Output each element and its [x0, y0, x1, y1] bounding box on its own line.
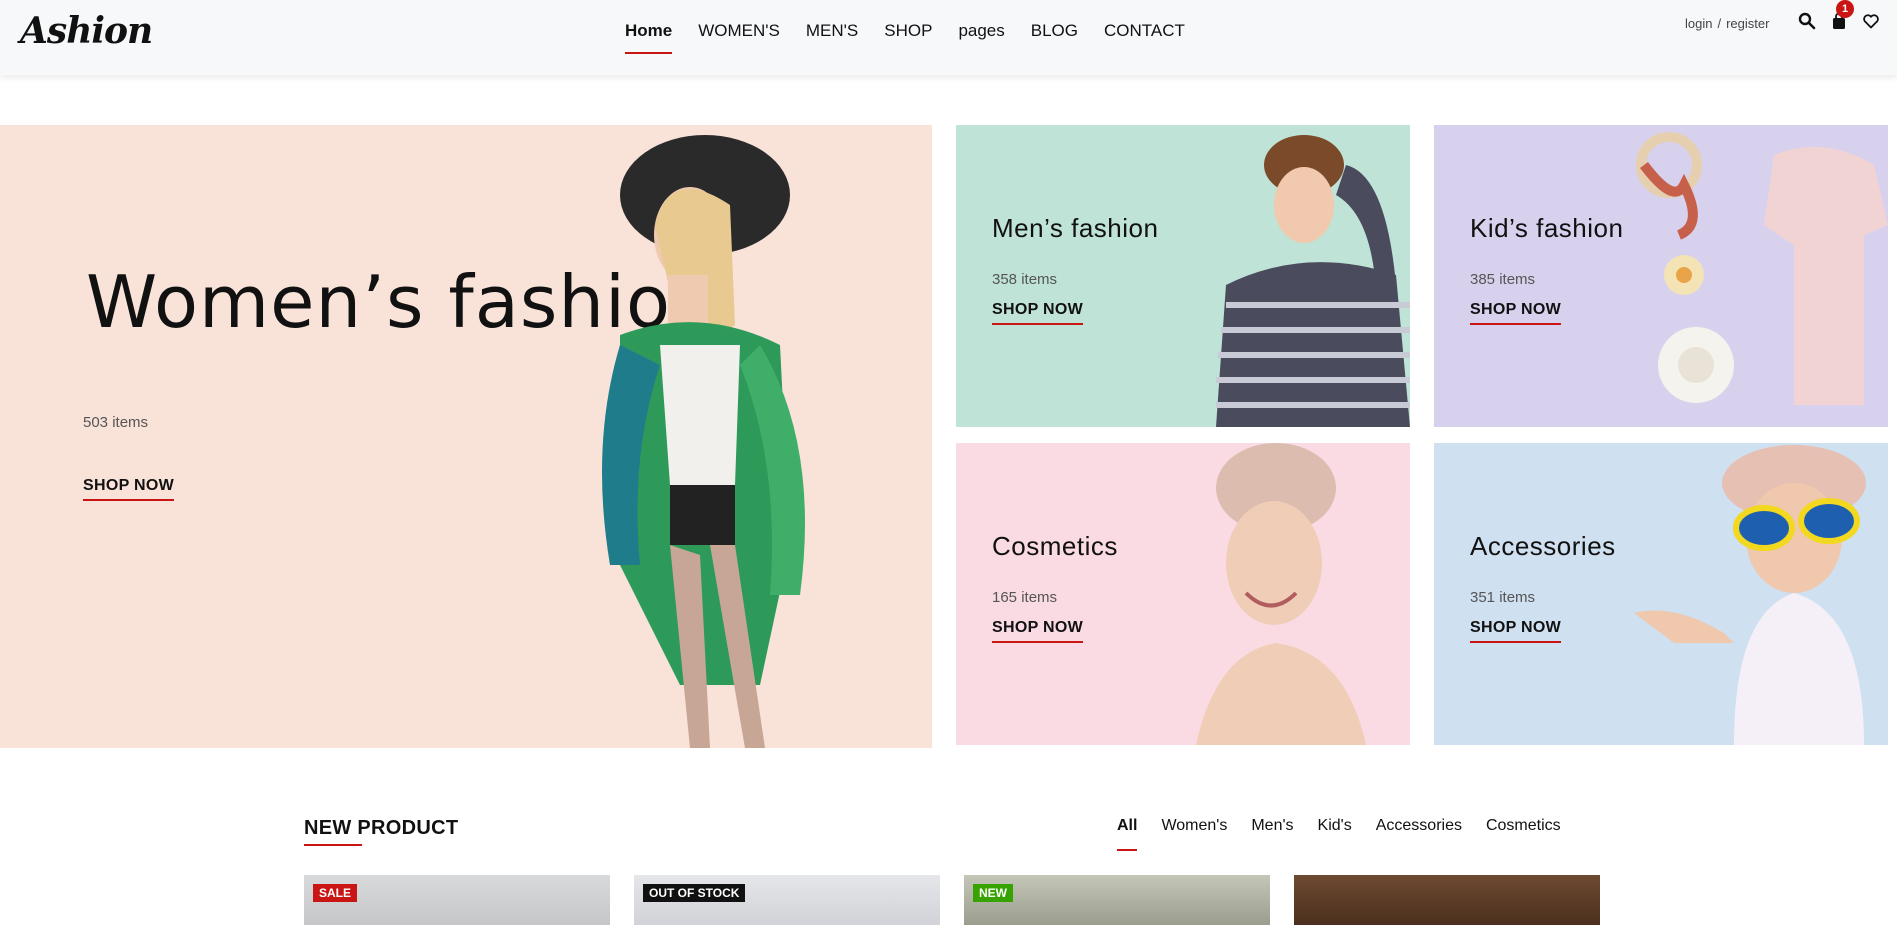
search-icon[interactable]: [1798, 12, 1816, 30]
mens-shop-now-link[interactable]: SHOP NOW: [992, 301, 1084, 325]
nav-contact[interactable]: CONTACT: [1091, 20, 1198, 54]
filter-accessories[interactable]: Accessories: [1364, 817, 1474, 851]
filter-cosmetics[interactable]: Cosmetics: [1474, 817, 1573, 851]
accessories-title: Accessories: [1470, 531, 1616, 561]
filter-all[interactable]: All: [1105, 817, 1149, 851]
cart-count-badge: 1: [1836, 0, 1854, 18]
accessories-items-count: 351 items: [1470, 589, 1536, 606]
cosmetics-shop-now-link[interactable]: SHOP NOW: [992, 619, 1084, 643]
out-of-stock-label: OUT OF STOCK: [643, 884, 746, 902]
cosmetics-banner: Cosmetics 165 items SHOP NOW: [956, 443, 1410, 745]
mens-fashion-banner: Men’s fashion 358 items SHOP NOW: [956, 125, 1410, 427]
womens-shop-now-link[interactable]: SHOP NOW: [83, 477, 175, 501]
heart-icon[interactable]: [1862, 12, 1880, 30]
new-product-title-part2: PRODUCT: [357, 817, 459, 839]
kids-fashion-banner: Kid’s fashion 385 items SHOP NOW: [1434, 125, 1888, 427]
new-label: NEW: [973, 884, 1013, 902]
sale-label: SALE: [313, 884, 358, 902]
man-model-image: [1216, 135, 1410, 427]
new-product-heading: NEW PRODUCT: [304, 817, 459, 846]
accessories-shop-now-link[interactable]: SHOP NOW: [1470, 619, 1562, 643]
nav-mens[interactable]: MEN'S: [793, 20, 871, 54]
cosmetics-title: Cosmetics: [992, 531, 1118, 561]
woman-towel-image: [1196, 443, 1366, 745]
heading-underline: [304, 844, 362, 846]
shopping-bag-icon[interactable]: 1: [1830, 0, 1854, 30]
logo[interactable]: Ashion: [20, 10, 153, 52]
accessories-banner: Accessories 351 items SHOP NOW: [1434, 443, 1888, 745]
nav-blog[interactable]: BLOG: [1018, 20, 1091, 54]
nav-womens[interactable]: WOMEN'S: [685, 20, 793, 54]
cosmetics-items-count: 165 items: [992, 589, 1058, 606]
womens-fashion-banner: Women’s fashion 503 items SHOP NOW: [0, 125, 932, 748]
womens-items-count: 503 items: [83, 414, 149, 431]
product-card[interactable]: [1294, 875, 1600, 925]
header-icons: 1: [1798, 0, 1880, 30]
girl-sunglasses-image: [1634, 445, 1866, 745]
product-filters: All Women's Men's Kid's Accessories Cosm…: [1105, 817, 1573, 851]
filter-kids[interactable]: Kid's: [1306, 817, 1364, 851]
kids-shop-now-link[interactable]: SHOP NOW: [1470, 301, 1562, 325]
product-card[interactable]: OUT OF STOCK: [634, 875, 940, 925]
woman-model-image: [602, 135, 805, 748]
register-link[interactable]: register: [1726, 16, 1769, 31]
mens-items-count: 358 items: [992, 271, 1058, 288]
nav-pages[interactable]: pages: [945, 20, 1017, 54]
main-nav: Home WOMEN'S MEN'S SHOP pages BLOG CONTA…: [612, 20, 1198, 54]
login-link[interactable]: login: [1685, 16, 1712, 31]
nav-home[interactable]: Home: [612, 20, 685, 54]
nav-shop[interactable]: SHOP: [871, 20, 945, 54]
kids-items-count: 385 items: [1470, 271, 1536, 288]
site-header: Ashion Home WOMEN'S MEN'S SHOP pages BLO…: [0, 0, 1897, 75]
product-card[interactable]: SALE: [304, 875, 610, 925]
auth-links: login / register: [1685, 16, 1769, 31]
mens-fashion-title: Men’s fashion: [992, 213, 1159, 243]
new-product-title-part1: NEW: [304, 817, 352, 839]
filter-mens[interactable]: Men's: [1239, 817, 1305, 851]
auth-separator: /: [1717, 16, 1722, 31]
filter-womens[interactable]: Women's: [1149, 817, 1239, 851]
product-card[interactable]: NEW: [964, 875, 1270, 925]
kids-fashion-title: Kid’s fashion: [1470, 213, 1624, 243]
kids-items-image: [1636, 132, 1888, 405]
